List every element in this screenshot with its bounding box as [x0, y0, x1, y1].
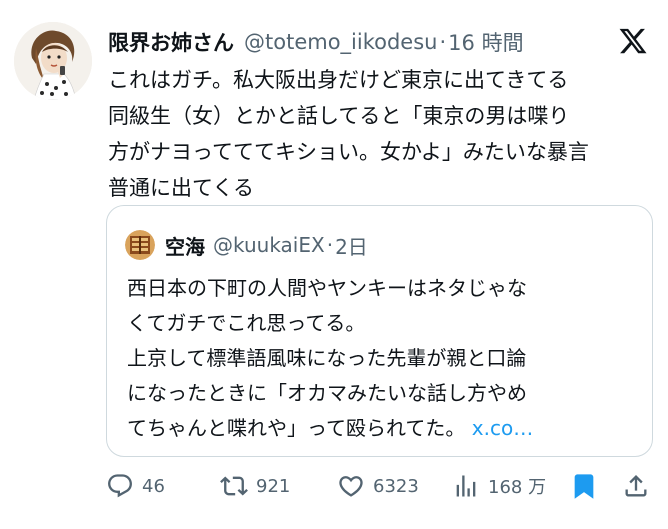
retweet-icon: [220, 476, 248, 496]
bookmark-button[interactable]: [570, 466, 606, 506]
avatar[interactable]: [14, 22, 92, 100]
quoted-tweet-text: 西日本の下町の人間やヤンキーはネタじゃな くてガチでこれ思ってる。 上京して標準…: [127, 271, 642, 446]
retweet-button[interactable]: 921: [220, 466, 290, 506]
quoted-timestamp[interactable]: 2日: [335, 231, 368, 260]
quoted-separator: ·: [326, 233, 334, 257]
reply-button[interactable]: 46: [106, 466, 165, 506]
tweet-text: これはガチ。私大阪出身だけど東京に出てきてる 同級生（女）とかと話してると「東京…: [108, 68, 589, 200]
bookmark-icon: [574, 474, 594, 499]
quoted-tweet[interactable]: 空海 @kuukaiEX · 2日 西日本の下町の人間やヤンキーはネタじゃな く…: [106, 205, 653, 457]
quoted-avatar-illustration: [125, 230, 155, 260]
quoted-author-handle[interactable]: @kuukaiEX: [213, 233, 325, 257]
separator: ·: [439, 30, 447, 54]
x-logo-icon[interactable]: [618, 26, 648, 56]
avatar-illustration: [14, 22, 92, 100]
action-bar: 46 921 6323 168 万: [0, 466, 668, 506]
share-icon: [625, 475, 647, 497]
like-button[interactable]: 6323: [337, 466, 419, 506]
retweet-count: 921: [256, 475, 291, 497]
quoted-tweet-header: 空海 @kuukaiEX · 2日: [125, 230, 368, 260]
reply-icon: [108, 474, 132, 498]
views-count: 168 万: [488, 477, 547, 498]
quoted-text-body: 西日本の下町の人間やヤンキーはネタじゃな くてガチでこれ思ってる。 上京して標準…: [127, 276, 527, 440]
timestamp[interactable]: 16 時間: [448, 27, 523, 57]
quoted-author-name[interactable]: 空海: [165, 231, 205, 260]
quoted-link[interactable]: x.co…: [472, 416, 533, 440]
share-button[interactable]: [622, 466, 658, 506]
quoted-avatar[interactable]: [125, 230, 155, 260]
views-icon: [456, 475, 476, 497]
author-handle[interactable]: @totemo_iikodesu: [244, 30, 437, 54]
reply-count: 46: [142, 475, 165, 497]
like-count: 6323: [373, 475, 419, 497]
like-icon: [339, 476, 363, 497]
author-name[interactable]: 限界お姉さん: [108, 27, 234, 57]
tweet-header: 限界お姉さん @totemo_iikodesu · 16 時間: [108, 26, 524, 58]
views-button[interactable]: 168 万: [452, 466, 546, 506]
